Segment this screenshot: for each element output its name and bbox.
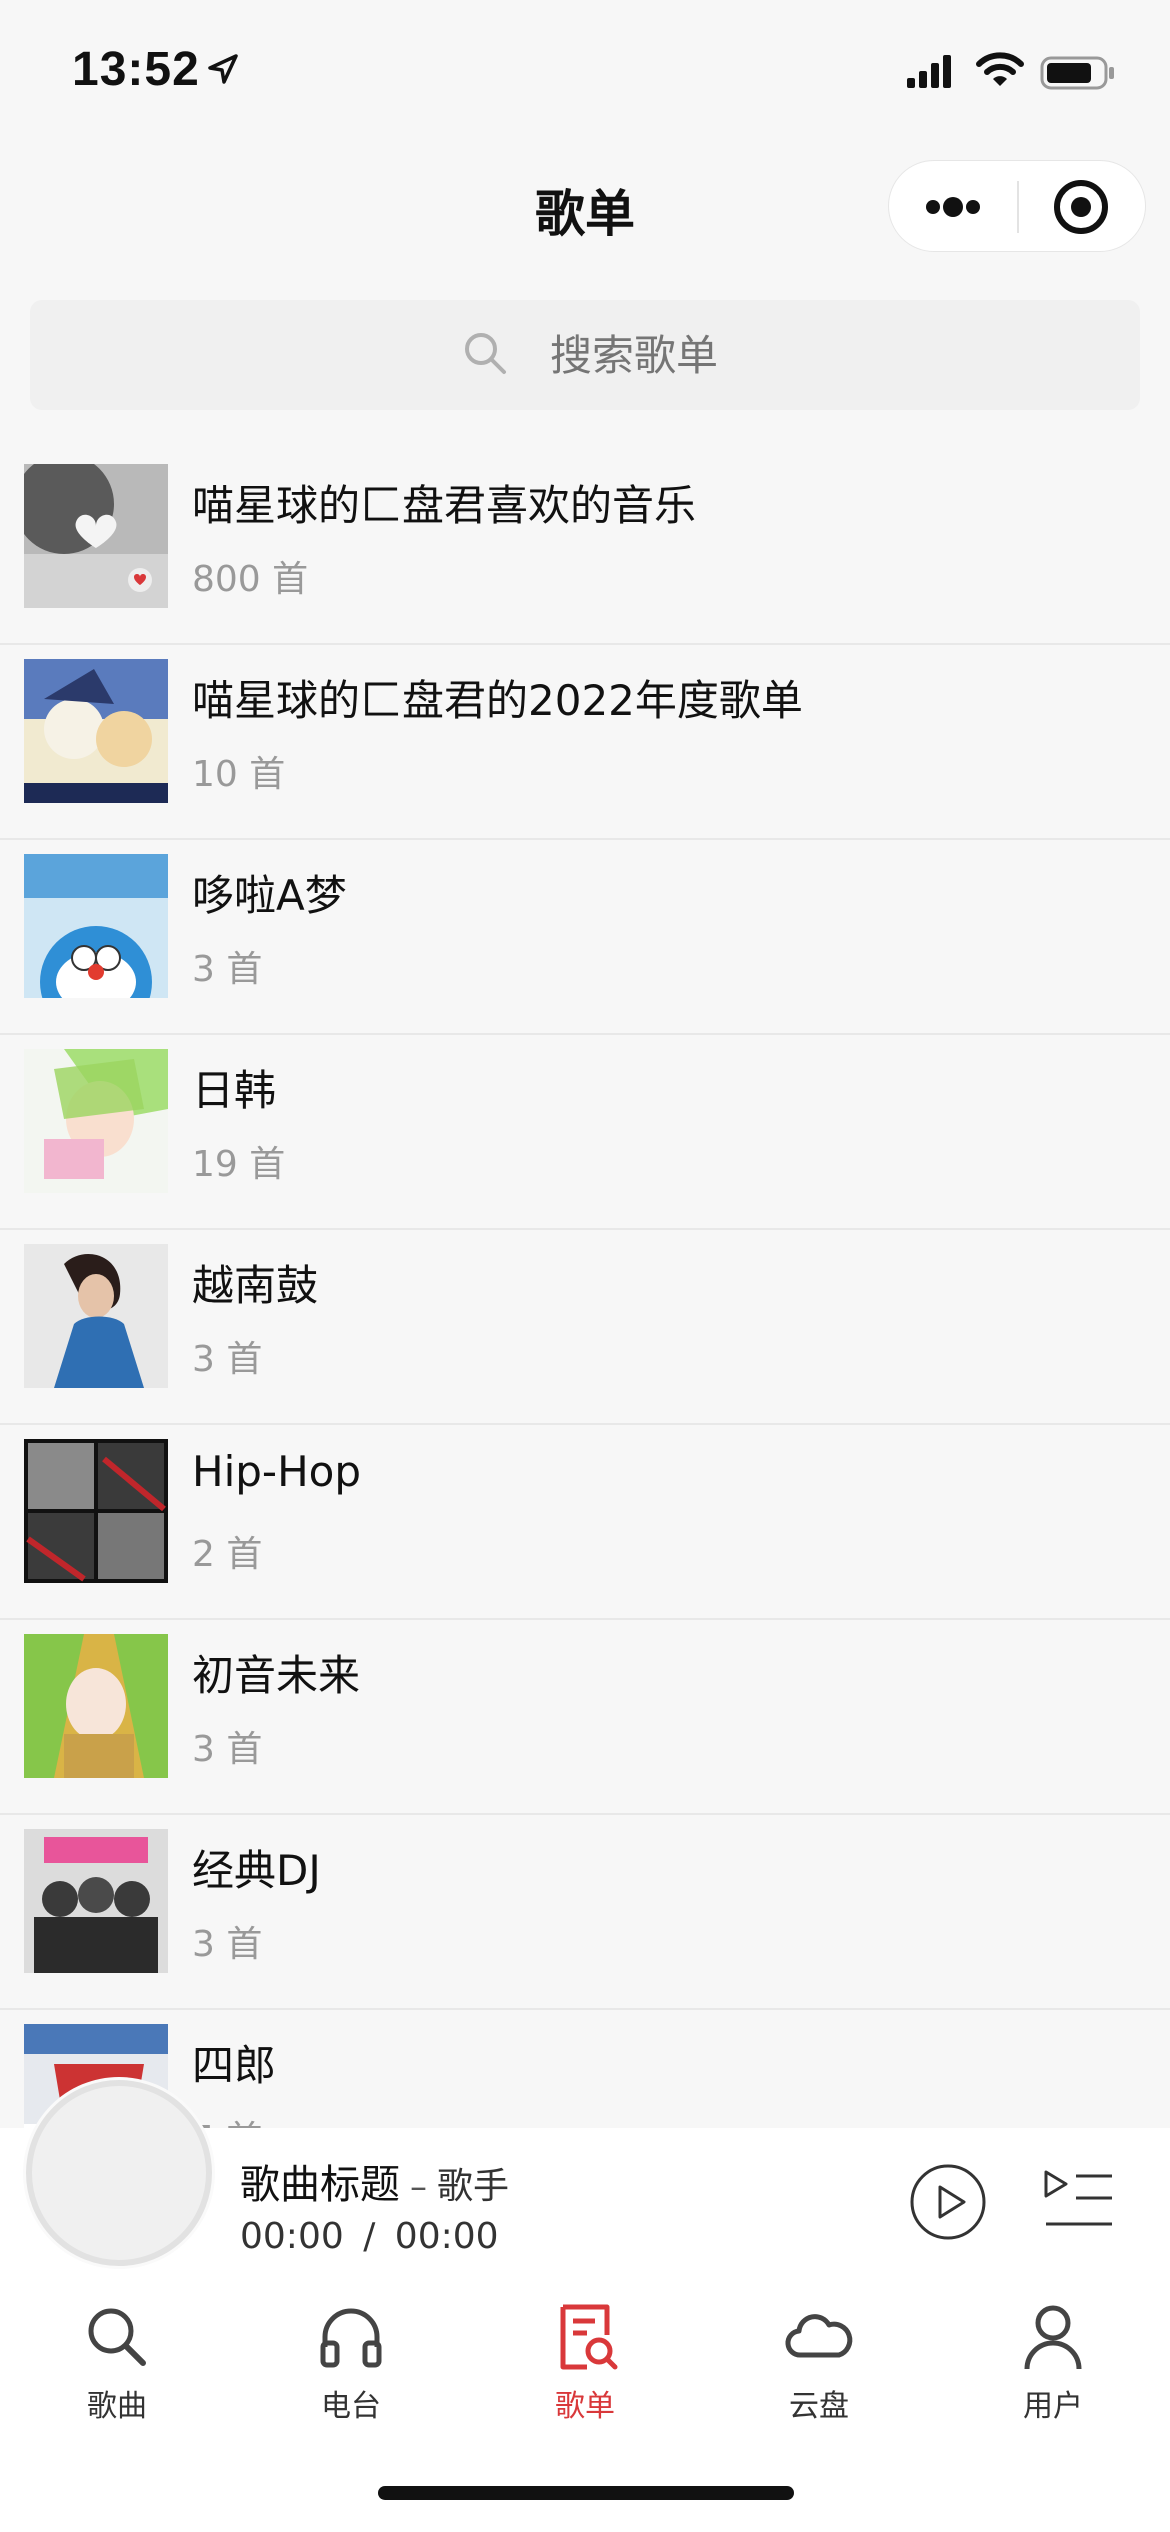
wifi-icon xyxy=(976,52,1024,86)
total-time: 00:00 xyxy=(394,2216,499,2257)
tab-label: 电台 xyxy=(321,2389,381,2424)
playlist-count: 19 首 xyxy=(192,1144,286,1185)
title-artist-separator: – xyxy=(410,2167,427,2207)
user-icon xyxy=(1024,2305,1082,2370)
tab-label: 云盘 xyxy=(789,2389,849,2424)
playlist-cover xyxy=(24,1634,168,1778)
location-arrow-icon xyxy=(208,54,238,84)
playlist-name: 喵星球的匚盘君喜欢的音乐 xyxy=(192,481,697,530)
status-bar: 13:52 xyxy=(0,0,1170,140)
time-separator: / xyxy=(363,2216,376,2257)
playlist-cover xyxy=(24,854,168,998)
play-icon[interactable] xyxy=(908,2162,988,2242)
playlist-count: 3 首 xyxy=(192,949,263,990)
playlist-cover xyxy=(24,464,168,608)
playlist-name: 越南鼓 xyxy=(192,1261,319,1310)
tab-cloud[interactable]: 云盘 xyxy=(702,2301,936,2431)
tab-user[interactable]: 用户 xyxy=(936,2301,1170,2431)
more-dots-icon xyxy=(926,197,980,217)
search-icon xyxy=(465,333,506,374)
playlist-count: 3 首 xyxy=(192,1339,263,1380)
playlist-cover xyxy=(24,1829,168,1973)
playlist-cover xyxy=(24,659,168,803)
search-bar[interactable] xyxy=(30,300,1140,412)
current-time: 00:00 xyxy=(240,2216,344,2257)
playlist-item[interactable]: 喵星球的匚盘君的2022年度歌单 10 首 xyxy=(0,645,1170,840)
tab-label: 用户 xyxy=(1023,2389,1083,2424)
playlist-name: Hip-Hop xyxy=(192,1447,362,1496)
song-title: 歌曲标题 xyxy=(240,2162,400,2208)
tab-label: 歌单 xyxy=(555,2389,615,2424)
playlist-count: 3 首 xyxy=(192,1729,263,1770)
playlist-count: 3 首 xyxy=(192,1924,263,1965)
search-icon xyxy=(88,2308,146,2366)
playlist-cover xyxy=(24,1049,168,1193)
tab-radio[interactable]: 电台 xyxy=(234,2301,468,2431)
playlist-cover xyxy=(24,1439,168,1583)
mini-program-capsule xyxy=(888,160,1146,252)
tab-songs[interactable]: 歌曲 xyxy=(0,2301,234,2431)
playlist-item[interactable]: 哆啦A梦 3 首 xyxy=(0,840,1170,1035)
playlist-name: 日韩 xyxy=(192,1066,277,1115)
tab-bar: 歌曲 电台 歌单 云盘 用户 xyxy=(0,2283,1170,2453)
more-button[interactable] xyxy=(889,161,1017,253)
headphones-icon xyxy=(320,2308,382,2368)
playlist-count: 10 首 xyxy=(192,754,286,795)
tab-label: 歌曲 xyxy=(87,2389,147,2424)
playlist-item[interactable]: 经典DJ 3 首 xyxy=(0,1815,1170,2010)
nav-header: 歌单 xyxy=(0,140,1170,275)
playlist-name: 初音未来 xyxy=(192,1651,361,1700)
playlist-list: 喵星球的匚盘君喜欢的音乐 800 首 喵星球的匚盘君的2022年度歌单 10 首 xyxy=(0,450,1170,2130)
playlist-item[interactable]: Hip-Hop 2 首 xyxy=(0,1425,1170,1620)
playlist-cover xyxy=(24,1244,168,1388)
playlist-item[interactable]: 越南鼓 3 首 xyxy=(0,1230,1170,1425)
playlist-name: 喵星球的匚盘君的2022年度歌单 xyxy=(192,676,803,725)
playlist-count: 2 首 xyxy=(192,1534,263,1575)
status-time: 13:52 xyxy=(72,43,200,96)
artist-name: 歌手 xyxy=(437,2166,510,2207)
tab-playlists[interactable]: 歌单 xyxy=(468,2301,702,2431)
battery-icon xyxy=(1040,56,1114,90)
playback-time: 00:00 / 00:00 xyxy=(240,2216,499,2257)
target-circle-icon xyxy=(1054,180,1108,234)
cloud-icon xyxy=(785,2314,853,2358)
search-input[interactable] xyxy=(548,300,1052,412)
playlist-queue-icon[interactable] xyxy=(1040,2166,1116,2236)
playlist-item[interactable]: 初音未来 3 首 xyxy=(0,1620,1170,1815)
mini-player[interactable]: 歌曲标题 – 歌手 00:00 / 00:00 xyxy=(0,2080,1170,2283)
album-disc[interactable] xyxy=(26,2080,212,2266)
close-miniprogram-button[interactable] xyxy=(1019,161,1147,253)
cellular-signal-icon xyxy=(907,55,951,88)
playlist-name: 经典DJ xyxy=(192,1846,321,1895)
now-playing-line: 歌曲标题 – 歌手 xyxy=(240,2152,509,2210)
playlist-name: 哆啦A梦 xyxy=(192,871,347,920)
home-indicator[interactable] xyxy=(378,2486,794,2500)
playlist-name: 四郎 xyxy=(192,2041,277,2090)
playlist-item[interactable]: 日韩 19 首 xyxy=(0,1035,1170,1230)
playlist-count: 800 首 xyxy=(192,559,309,600)
playlist-item[interactable]: 喵星球的匚盘君喜欢的音乐 800 首 xyxy=(0,450,1170,645)
playlist-icon xyxy=(560,2304,618,2370)
playlist-count: 5 首 xyxy=(192,2110,262,2130)
